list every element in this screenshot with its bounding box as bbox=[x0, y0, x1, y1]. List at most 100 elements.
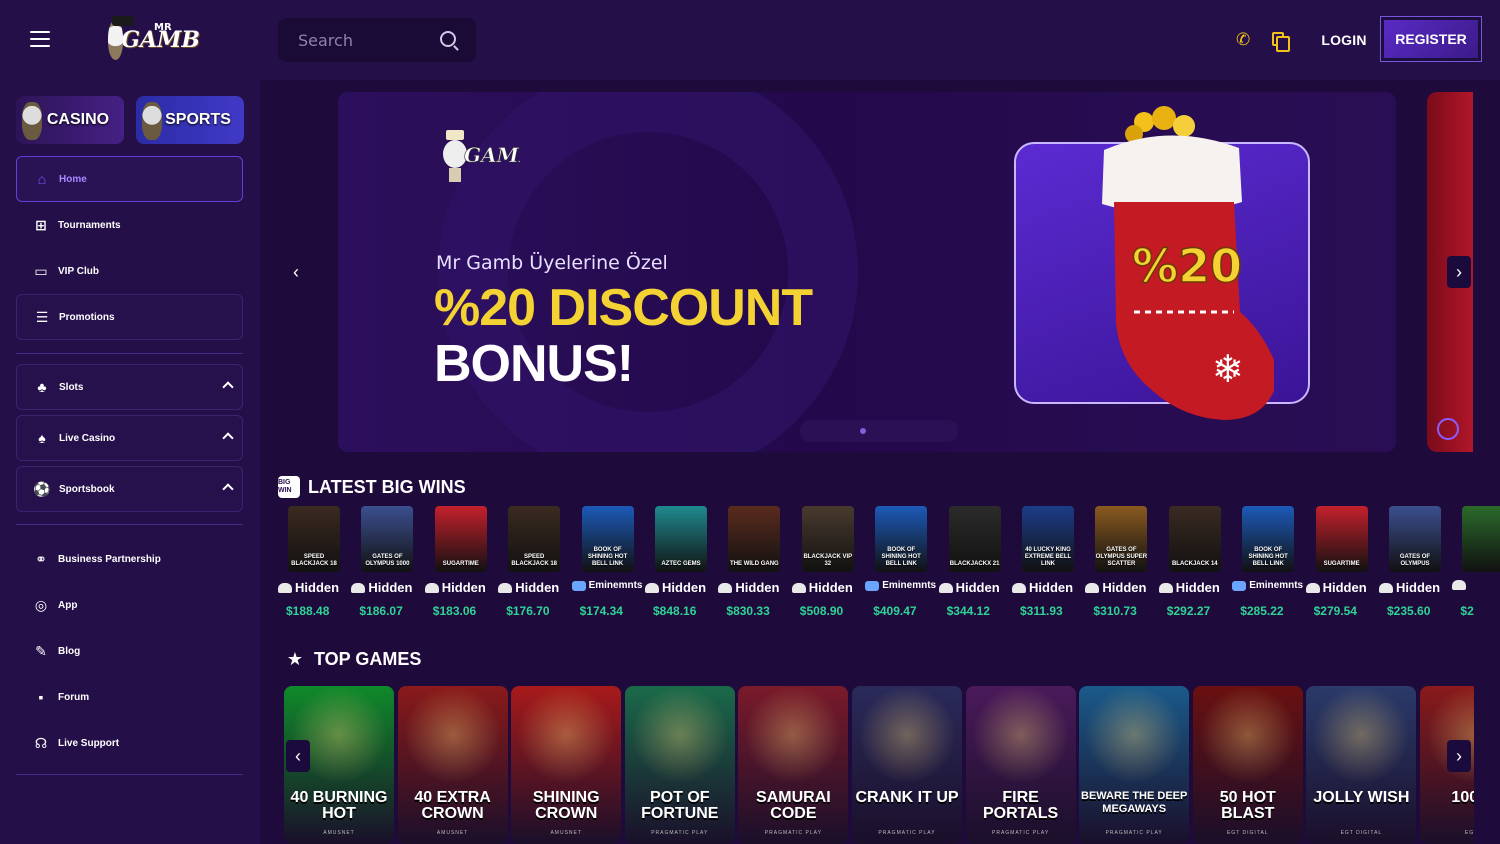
game-thumbnail[interactable]: SUGARTIME bbox=[434, 506, 487, 572]
big-win-item[interactable]: SUGARTIME Hidden $279.54 bbox=[1305, 504, 1380, 629]
game-thumbnail[interactable]: GATES OF OLYMPUS SUPER SCATTER bbox=[1095, 506, 1148, 572]
site-logo[interactable]: MR GAMB bbox=[108, 16, 200, 62]
search-input[interactable] bbox=[298, 30, 428, 50]
game-card[interactable]: FIRE PORTALS PRAGMATIC PLAY bbox=[965, 686, 1076, 844]
user-icon bbox=[1379, 582, 1393, 593]
sidebar-item-live-casino[interactable]: ♠ Live Casino bbox=[16, 415, 243, 461]
game-card[interactable]: JOLLY WISH EGT DIGITAL bbox=[1306, 686, 1417, 844]
promo-banner[interactable]: GAMB Mr Gamb Üyelerine Özel %20 DISCOUNT… bbox=[338, 92, 1396, 452]
big-win-item[interactable]: GATES OF OLYMPUS 1000 Hidden $186.07 bbox=[351, 504, 425, 629]
game-title: CRANK IT UP bbox=[855, 789, 959, 806]
sidebar-item-app[interactable]: ◎ App bbox=[16, 582, 243, 628]
big-win-item[interactable]: BLACKJACKX 21 Hidden $344.12 bbox=[938, 504, 1013, 629]
vip-icon: ▭ bbox=[34, 262, 48, 279]
big-win-item[interactable]: BOOK OF SHINING HOT BELL LINK Eminemnts $4… bbox=[865, 504, 939, 629]
game-thumbnail[interactable]: BOOK OF SHINING HOT BELL LINK bbox=[875, 506, 928, 572]
sidebar-item-slots[interactable]: ♣ Slots bbox=[16, 364, 243, 410]
sidebar-divider bbox=[16, 353, 243, 354]
game-card[interactable]: 40 EXTRA CROWN AMUSNET bbox=[397, 686, 508, 844]
sidebar-item-tournaments[interactable]: ⊞ Tournaments bbox=[16, 202, 243, 248]
game-thumbnail[interactable] bbox=[1462, 506, 1500, 572]
menu-icon[interactable] bbox=[30, 31, 50, 49]
sidebar-item-blog[interactable]: ✎ Blog bbox=[16, 628, 243, 674]
game-thumb-title bbox=[1462, 568, 1500, 572]
game-thumbnail[interactable]: SPEED BLACKJACK 18 bbox=[288, 506, 340, 572]
win-amount: $344.12 bbox=[946, 604, 990, 618]
game-thumbnail[interactable]: AZTEC GEMS bbox=[655, 506, 707, 572]
game-card[interactable]: BEWARE THE DEEP MEGAWAYS PRAGMATIC PLAY bbox=[1079, 686, 1190, 844]
game-thumbnail[interactable]: BLACKJACK VIP 32 bbox=[801, 506, 854, 572]
win-amount: $279.54 bbox=[1313, 604, 1357, 618]
win-amount: $285.22 bbox=[1240, 604, 1284, 618]
winner-name: Hidden bbox=[351, 580, 425, 595]
sidebar-item-forum[interactable]: ▪ Forum bbox=[16, 674, 243, 720]
sidebar-item-promotions[interactable]: ☰ Promotions bbox=[16, 294, 243, 340]
game-provider: PRAGMATIC PLAY bbox=[764, 830, 822, 836]
sidebar-item-label: Live Casino bbox=[59, 432, 116, 444]
big-win-item[interactable]: SPEED BLACKJACK 18 Hidden $188.48 bbox=[278, 504, 352, 629]
phone-icon[interactable]: ✆ bbox=[1236, 31, 1254, 49]
big-win-item[interactable]: 40 LUCKY KING EXTREME BELL LINK Hidden $31… bbox=[1012, 504, 1086, 629]
tab-sports[interactable]: SPORTS bbox=[136, 96, 244, 144]
sidebar-item-live-support[interactable]: ☊ Live Support bbox=[16, 720, 243, 766]
winner-username: Hidden bbox=[295, 580, 340, 595]
sidebar-item-vip-club[interactable]: ▭ VIP Club bbox=[16, 248, 243, 294]
game-thumbnail[interactable]: GATES OF OLYMPUS 1000 bbox=[361, 506, 414, 572]
game-card[interactable]: CRANK IT UP PRAGMATIC PLAY bbox=[852, 686, 962, 844]
top-games-list: 40 BURNING HOT AMUSNET 40 EXTRA CROWN AMUSN… bbox=[284, 686, 1474, 844]
game-thumbnail[interactable]: SUGARTIME bbox=[1315, 506, 1368, 572]
game-thumbnail[interactable]: THE WILD GANG bbox=[728, 506, 781, 572]
search-icon[interactable] bbox=[440, 31, 456, 47]
big-win-item[interactable]: BLACKJACK VIP 32 Hidden $508.90 bbox=[791, 504, 866, 629]
win-amount: $186.07 bbox=[359, 604, 403, 618]
banner-next-arrow[interactable]: › bbox=[1447, 256, 1471, 288]
game-thumb-title: BLACKJACK VIP 32 bbox=[803, 554, 853, 567]
user-icon bbox=[1158, 582, 1173, 593]
sidebar-item-home[interactable]: ⌂ Home bbox=[16, 156, 243, 202]
games-prev-arrow[interactable]: ‹ bbox=[286, 740, 310, 772]
win-amount: $830.33 bbox=[726, 604, 770, 618]
game-card[interactable]: SAMURAI CODE PRAGMATIC PLAY bbox=[738, 686, 849, 844]
winner-name: Hidden bbox=[718, 580, 792, 595]
game-card[interactable]: POT OF FORTUNE PRAGMATIC PLAY bbox=[624, 686, 735, 844]
big-win-item[interactable]: GATES OF OLYMPUS Hidden $235.60 bbox=[1379, 504, 1453, 629]
slots-icon: ♣ bbox=[37, 379, 47, 395]
big-win-item[interactable]: SUGARTIME Hidden $183.06 bbox=[424, 504, 499, 629]
big-win-item[interactable]: BLACKJACK 14 Hidden $292.27 bbox=[1158, 504, 1233, 629]
game-thumbnail[interactable]: BOOK OF SHINING HOT BELL LINK bbox=[1242, 506, 1295, 572]
big-win-item[interactable]: BOOK OF SHINING HOT BELL LINK Eminemnts $1… bbox=[571, 504, 646, 629]
game-thumbnail[interactable]: 40 LUCKY KING EXTREME BELL LINK bbox=[1022, 506, 1074, 572]
game-thumb-title: GATES OF OLYMPUS 1000 bbox=[365, 554, 410, 567]
sidebar-item-sportsbook[interactable]: ⚽ Sportsbook bbox=[16, 466, 243, 512]
game-title: 50 HOT BLAST bbox=[1219, 789, 1276, 822]
game-card[interactable]: SHINING CROWN AMUSNET bbox=[511, 686, 622, 844]
carousel-dot[interactable] bbox=[860, 428, 866, 434]
mascot-icon bbox=[108, 16, 135, 60]
game-thumbnail[interactable]: BLACKJACKX 21 bbox=[948, 506, 1001, 572]
game-thumb-title: SPEED BLACKJACK 18 bbox=[511, 554, 558, 567]
big-win-item[interactable]: BOOK OF SHINING HOT BELL LINK Eminemnts $2… bbox=[1232, 504, 1306, 629]
copy-icon[interactable] bbox=[1272, 32, 1290, 52]
game-thumbnail[interactable]: GATES OF OLYMPUS bbox=[1389, 506, 1441, 572]
banner-prev-arrow[interactable]: ‹ bbox=[284, 256, 308, 288]
big-win-item[interactable]: GATES OF OLYMPUS SUPER SCATTER Hidden $310… bbox=[1085, 504, 1159, 629]
tab-casino[interactable]: CASINO bbox=[16, 96, 124, 144]
register-button[interactable]: REGISTER bbox=[1380, 16, 1482, 62]
big-win-item[interactable]: THE WILD GANG Hidden $830.33 bbox=[718, 504, 792, 629]
big-win-item[interactable]: $2 bbox=[1452, 504, 1500, 629]
game-card[interactable]: 50 HOT BLAST EGT DIGITAL bbox=[1192, 686, 1303, 844]
big-win-item[interactable]: SPEED BLACKJACK 18 Hidden $176.70 bbox=[498, 504, 572, 629]
loading-ring-icon bbox=[1437, 418, 1459, 440]
game-thumbnail[interactable]: SPEED BLACKJACK 18 bbox=[508, 506, 561, 572]
big-win-item[interactable]: AZTEC GEMS Hidden $848.16 bbox=[645, 504, 719, 629]
game-thumbnail[interactable]: BLACKJACK 14 bbox=[1168, 506, 1221, 572]
game-art bbox=[511, 686, 622, 794]
app-icon: ◎ bbox=[34, 596, 48, 613]
game-provider: AMUSNET bbox=[436, 830, 469, 836]
login-button[interactable]: LOGIN bbox=[1316, 24, 1372, 56]
banner-subtitle: Mr Gamb Üyelerine Özel bbox=[436, 252, 668, 274]
sidebar-item-business-partnership[interactable]: ⚭ Business Partnership bbox=[16, 536, 243, 582]
user-icon bbox=[1012, 582, 1026, 593]
games-next-arrow[interactable]: › bbox=[1447, 740, 1471, 772]
game-thumbnail[interactable]: BOOK OF SHINING HOT BELL LINK bbox=[581, 506, 634, 572]
